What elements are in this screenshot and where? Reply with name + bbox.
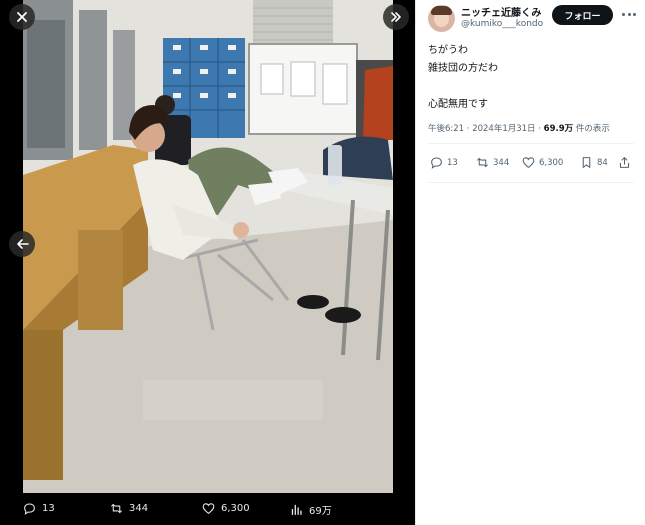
media-views-button[interactable]: 69万: [290, 502, 332, 517]
follow-button[interactable]: フォロー: [552, 5, 613, 25]
like-count: 6,300: [539, 157, 564, 168]
media-retweet-count: 344: [129, 503, 149, 514]
author-name[interactable]: ニッチェ近藤くみ: [461, 4, 541, 19]
media-retweet-button[interactable]: 344: [110, 502, 148, 515]
reply-count: 13: [447, 157, 458, 168]
media-viewer: 13 344 6,300 69万: [0, 0, 415, 525]
tweet-photo[interactable]: [23, 0, 393, 493]
share-button[interactable]: [618, 156, 631, 169]
more-icon[interactable]: [622, 9, 636, 19]
reply-icon: [431, 157, 442, 169]
retweet-icon: [111, 503, 122, 514]
tweet-meta: 午後6:21 · 2024年1月31日 · 69.9万 件の表示: [428, 122, 610, 134]
share-icon: [619, 157, 630, 168]
media-action-bar: 13 344 6,300 69万: [0, 493, 415, 525]
bookmark-button[interactable]: 84: [580, 156, 608, 169]
tweet-line: 心配無用です: [428, 99, 488, 110]
views-icon: [291, 504, 302, 516]
reply-button[interactable]: 13: [430, 156, 458, 169]
avatar[interactable]: [428, 5, 455, 32]
reply-icon: [24, 503, 35, 515]
tweet-views-count: 69.9万: [543, 124, 574, 134]
tweet-timestamp[interactable]: 午後6:21 · 2024年1月31日 ·: [428, 124, 544, 134]
tweet-line: [428, 78, 638, 96]
media-reply-button[interactable]: 13: [23, 502, 55, 515]
back-arrow-icon: [16, 239, 29, 249]
media-like-count: 6,300: [221, 503, 250, 514]
media-like-button[interactable]: 6,300: [202, 502, 250, 515]
like-icon: [522, 157, 535, 169]
tweet-panel: ニッチェ近藤くみ @kumiko___kondo フォロー ちがうわ 雑技団の方…: [415, 0, 645, 525]
expand-button[interactable]: [383, 4, 409, 30]
photo-illustration: [23, 0, 393, 493]
tweet-action-bar: 13 344 6,300 84: [428, 153, 634, 173]
bookmark-icon: [582, 157, 591, 168]
like-button[interactable]: 6,300: [522, 156, 563, 169]
tweet-line: ちがうわ: [428, 45, 468, 56]
tweet-text: ちがうわ 雑技団の方だわ 心配無用です: [428, 42, 638, 114]
media-views-count: 69万: [309, 506, 332, 517]
tweet-line: 雑技団の方だわ: [428, 63, 498, 74]
avatar-hair: [431, 6, 452, 15]
divider: [428, 143, 634, 144]
close-icon: [17, 12, 27, 22]
previous-image-button[interactable]: [9, 231, 35, 257]
expand-icon: [391, 12, 401, 22]
like-icon: [202, 503, 215, 515]
retweet-icon: [477, 157, 488, 168]
author-handle[interactable]: @kumiko___kondo: [461, 19, 543, 29]
media-reply-count: 13: [42, 503, 55, 514]
close-button[interactable]: [9, 4, 35, 30]
divider: [428, 182, 634, 183]
bookmark-count: 84: [597, 157, 608, 168]
retweet-button[interactable]: 344: [476, 156, 509, 169]
tweet-views-suffix: 件の表示: [573, 124, 610, 134]
retweet-count: 344: [493, 157, 510, 168]
